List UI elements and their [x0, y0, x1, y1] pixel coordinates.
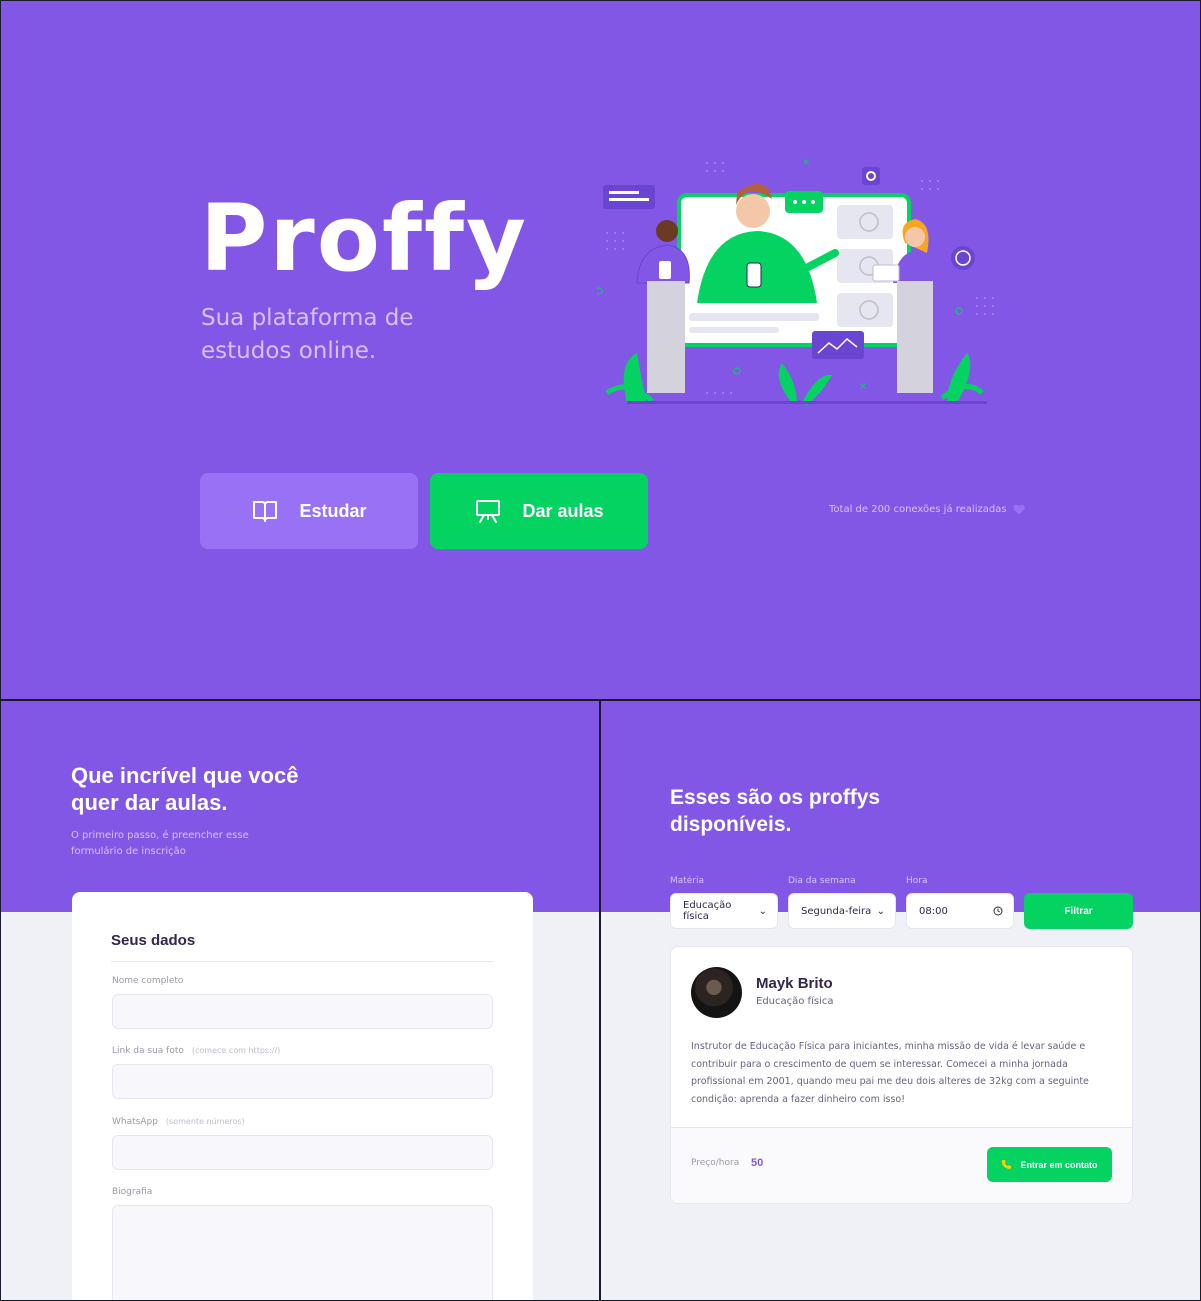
chevron-down-icon: ⌄	[876, 905, 885, 917]
subject-filter-label: Matéria	[670, 876, 705, 886]
weekday-select-value: Segunda-feira	[801, 905, 872, 917]
teacher-card: Mayk Brito Educação física Instrutor de …	[670, 946, 1133, 1204]
landing-page: Proffy Sua plataforma de estudos online.	[1, 1, 1200, 699]
registration-form: Seus dados Nome completo Link da sua fot…	[72, 892, 533, 1300]
time-input-value: 08:00	[919, 905, 948, 917]
contact-button[interactable]: Entrar em contato	[987, 1147, 1112, 1182]
price-label: Preço/hora	[691, 1158, 740, 1168]
avatar-url-input[interactable]	[112, 1064, 493, 1099]
clock-icon	[993, 906, 1003, 916]
heart-icon	[1012, 504, 1025, 515]
whatsapp-hint: (somente números)	[165, 1117, 245, 1126]
hero-illustration: × ×	[597, 157, 994, 405]
teacher-bio: Instrutor de Educação Física para inicia…	[691, 1041, 1089, 1105]
teacher-list-page: Esses são os proffys disponíveis. Matéri…	[601, 701, 1200, 1300]
teacher-subject: Educação física	[756, 996, 834, 1007]
proffy-logo: Proffy	[200, 185, 529, 292]
teach-button-label: Dar aulas	[522, 500, 604, 521]
whatsapp-icon	[1002, 1160, 1012, 1169]
connections-counter: Total de 200 conexões já realizadas	[829, 504, 1025, 515]
subject-select[interactable]: Educação física ⌄	[670, 893, 778, 929]
teacher-name: Mayk Brito	[756, 975, 833, 992]
avatar	[691, 967, 742, 1018]
tagline: Sua plataforma de estudos online.	[201, 305, 414, 364]
section-title: Seus dados	[111, 932, 493, 962]
card-footer: Preço/hora 50 Entrar em contato	[671, 1127, 1132, 1203]
teacher-form-page: Que incrível que você quer dar aulas. O …	[1, 701, 599, 1300]
presentation-icon	[476, 500, 501, 523]
bio-label: Biografia	[112, 1187, 153, 1197]
bio-textarea[interactable]	[112, 1205, 493, 1300]
price-value: 50	[751, 1157, 764, 1169]
name-input[interactable]	[112, 994, 493, 1029]
svg-text:×: ×	[802, 157, 810, 168]
contact-button-label: Entrar em contato	[1020, 1159, 1098, 1170]
svg-text:×: ×	[859, 381, 867, 392]
avatar-hint: (comece com https://)	[191, 1046, 281, 1055]
filter-button[interactable]: Filtrar	[1024, 893, 1133, 929]
page-subtitle: O primeiro passo, é preencher esse formu…	[71, 830, 249, 857]
chevron-down-icon: ⌄	[758, 905, 767, 917]
weekday-select[interactable]: Segunda-feira ⌄	[788, 893, 896, 929]
study-button[interactable]: Estudar	[200, 473, 418, 549]
name-label: Nome completo	[112, 976, 184, 986]
page-title: Esses são os proffys disponíveis.	[670, 786, 881, 836]
time-input[interactable]: 08:00	[906, 893, 1014, 929]
teach-button[interactable]: Dar aulas	[430, 473, 648, 549]
whatsapp-label: WhatsApp (somente números)	[112, 1117, 245, 1127]
whatsapp-input[interactable]	[112, 1135, 493, 1170]
weekday-filter-label: Dia da semana	[788, 876, 856, 886]
time-filter-label: Hora	[906, 876, 928, 886]
page-title: Que incrível que você quer dar aulas.	[71, 763, 299, 815]
book-icon	[253, 501, 278, 522]
study-button-label: Estudar	[299, 500, 367, 521]
subject-select-value: Educação física	[683, 900, 732, 922]
avatar-label: Link da sua foto (comece com https://)	[112, 1046, 281, 1056]
connections-text: Total de 200 conexões já realizadas	[829, 504, 1007, 515]
